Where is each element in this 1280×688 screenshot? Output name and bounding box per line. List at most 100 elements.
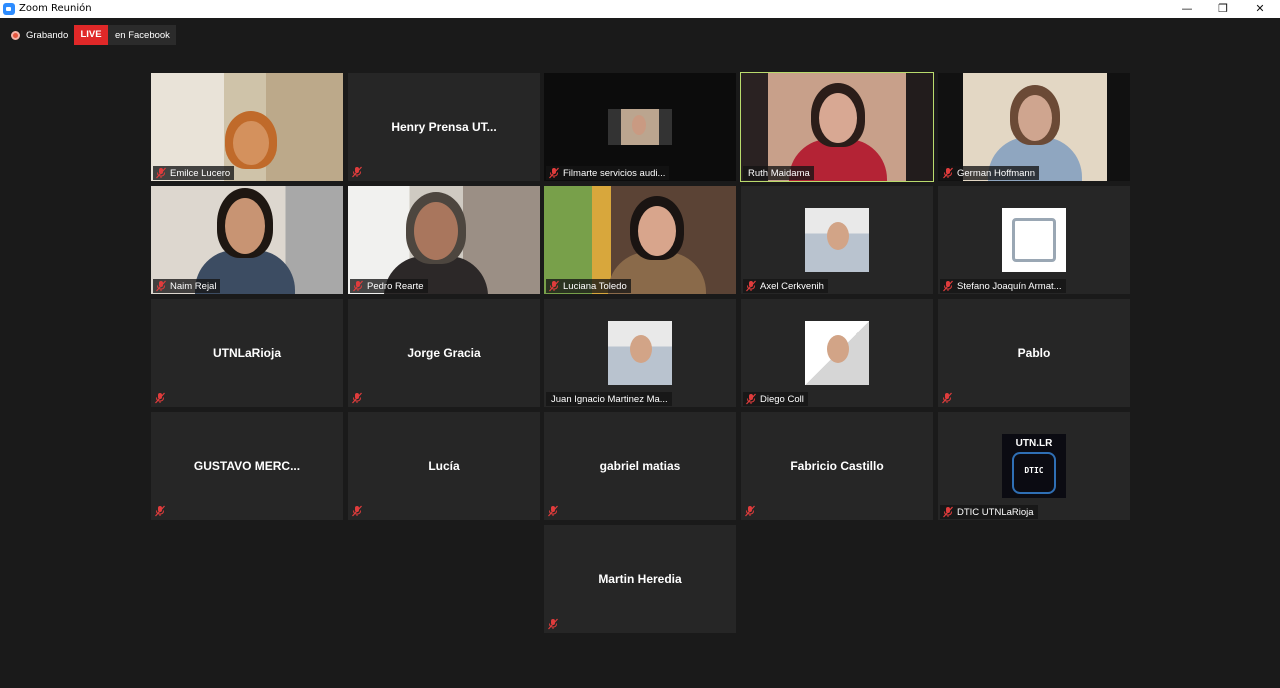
participant-display-name: Fabricio Castillo xyxy=(790,459,884,473)
video-feed xyxy=(348,186,540,294)
participant-display-name: gabriel matias xyxy=(599,459,681,473)
participant-avatar: UTN.LR DTIC xyxy=(1002,434,1066,498)
participant-avatar xyxy=(1002,208,1066,272)
participant-tile-axel-cerkvenih[interactable]: Axel Cerkvenih xyxy=(741,186,933,294)
participant-nameplate: Diego Coll xyxy=(743,392,808,406)
participant-name-label: Ruth Maidama xyxy=(748,167,810,179)
logo-text: UTN.LR xyxy=(1015,438,1053,449)
muted-mic-icon xyxy=(351,166,363,178)
participant-tile-filmarte-servicios-audi[interactable]: Filmarte servicios audi... xyxy=(544,73,736,181)
live-stream-indicator[interactable]: LIVE en Facebook xyxy=(74,25,176,45)
shared-video-thumbnail xyxy=(608,109,672,145)
muted-mic-icon xyxy=(942,506,954,518)
participant-tile-gustavo-merc[interactable]: GUSTAVO MERC... xyxy=(151,412,343,520)
participant-tile-jorge-gracia[interactable]: Jorge Gracia xyxy=(348,299,540,407)
participant-tile-emilce-lucero[interactable]: Emilce Lucero xyxy=(151,73,343,181)
video-feed xyxy=(151,186,343,294)
participant-nameplate: Axel Cerkvenih xyxy=(743,279,828,293)
participant-tile-german-hoffmann[interactable]: German Hoffmann xyxy=(938,73,1130,181)
participant-name-label: Juan Ignacio Martinez Ma... xyxy=(551,393,668,405)
muted-mic-icon xyxy=(351,392,363,404)
muted-mic-icon xyxy=(942,280,954,292)
participant-name-label: Emilce Lucero xyxy=(170,167,231,179)
muted-mic-icon xyxy=(744,505,756,517)
muted-mic-icon xyxy=(155,280,167,292)
avatar-face xyxy=(827,222,849,250)
video-feed xyxy=(544,186,736,294)
participant-name-label: Luciana Toledo xyxy=(563,280,627,292)
recording-icon xyxy=(11,31,20,40)
participant-tile-dtic-utnlarioja[interactable]: UTN.LR DTIC DTIC UTNLaRioja xyxy=(938,412,1130,520)
person-face xyxy=(233,121,269,165)
participant-name-label: Stefano Joaquín Armat... xyxy=(957,280,1062,292)
participant-tile-fabricio-castillo[interactable]: Fabricio Castillo xyxy=(741,412,933,520)
participant-name-label: Axel Cerkvenih xyxy=(760,280,824,292)
participant-nameplate: Stefano Joaquín Armat... xyxy=(940,279,1066,293)
participant-display-name: UTNLaRioja xyxy=(212,346,281,360)
participant-nameplate: Ruth Maidama xyxy=(743,166,814,180)
window-title: Zoom Reunión xyxy=(19,3,92,14)
participant-avatar xyxy=(608,321,672,385)
participant-tile-henry-prensa-ut[interactable]: Henry Prensa UT... xyxy=(348,73,540,181)
participant-display-name: Martin Heredia xyxy=(598,572,682,586)
muted-mic-icon xyxy=(547,505,559,517)
video-feed xyxy=(544,73,736,181)
video-feed xyxy=(938,73,1130,181)
avatar-face xyxy=(827,335,849,363)
participant-nameplate: German Hoffmann xyxy=(940,166,1039,180)
person-face xyxy=(638,206,676,256)
participant-tile-pedro-rearte[interactable]: Pedro Rearte xyxy=(348,186,540,294)
minimize-button[interactable]: — xyxy=(1170,0,1204,18)
participant-avatar xyxy=(805,321,869,385)
participant-nameplate: Naim Rejal xyxy=(153,279,221,293)
participant-nameplate: Emilce Lucero xyxy=(153,166,235,180)
close-button[interactable]: ✕ xyxy=(1243,0,1277,18)
participant-tile-luciana-toledo[interactable]: Luciana Toledo xyxy=(544,186,736,294)
participant-tile-naim-rejal[interactable]: Naim Rejal xyxy=(151,186,343,294)
participant-tile-pablo[interactable]: Pablo xyxy=(938,299,1130,407)
participant-display-name: Pablo xyxy=(1017,346,1051,360)
participant-tile-lucia[interactable]: Lucía xyxy=(348,412,540,520)
participant-name-label: DTIC UTNLaRioja xyxy=(957,506,1034,518)
participant-tile-utnlarioja[interactable]: UTNLaRioja xyxy=(151,299,343,407)
participant-name-label: Filmarte servicios audi... xyxy=(563,167,666,179)
muted-mic-icon xyxy=(941,392,953,404)
profile-logo-icon xyxy=(1012,218,1056,262)
participant-nameplate: Filmarte servicios audi... xyxy=(546,166,670,180)
muted-mic-icon xyxy=(351,505,363,517)
muted-mic-icon xyxy=(745,280,757,292)
participant-avatar xyxy=(805,208,869,272)
participant-name-label: German Hoffmann xyxy=(957,167,1035,179)
muted-mic-icon xyxy=(547,618,559,630)
participant-nameplate: Luciana Toledo xyxy=(546,279,631,293)
zoom-app-icon xyxy=(3,3,15,15)
title-bar: Zoom Reunión — ❐ ✕ xyxy=(0,0,1280,18)
muted-mic-icon xyxy=(352,280,364,292)
participant-nameplate: Pedro Rearte xyxy=(350,279,428,293)
muted-mic-icon xyxy=(155,167,167,179)
participant-tile-martin-heredia[interactable]: Martin Heredia xyxy=(544,525,736,633)
muted-mic-icon xyxy=(154,505,166,517)
participant-tile-gabriel-matias[interactable]: gabriel matias xyxy=(544,412,736,520)
person-face xyxy=(225,198,265,254)
avatar-face xyxy=(630,335,652,363)
participant-tile-ruth-maidama[interactable]: Ruth Maidama xyxy=(740,72,934,182)
participant-name-label: Diego Coll xyxy=(760,393,804,405)
live-badge: LIVE xyxy=(74,25,108,45)
participant-tile-juan-ignacio-martinez-ma[interactable]: Juan Ignacio Martinez Ma... xyxy=(544,299,736,407)
muted-mic-icon xyxy=(548,167,560,179)
person-face xyxy=(819,93,857,143)
muted-mic-icon xyxy=(154,392,166,404)
participant-name-label: Naim Rejal xyxy=(170,280,217,292)
participant-tile-stefano-joaquin-armat[interactable]: Stefano Joaquín Armat... xyxy=(938,186,1130,294)
participant-nameplate: DTIC UTNLaRioja xyxy=(940,505,1038,519)
participant-display-name: Henry Prensa UT... xyxy=(391,120,497,134)
participant-tile-diego-coll[interactable]: Diego Coll xyxy=(741,299,933,407)
person-face xyxy=(414,202,458,260)
participant-name-label: Pedro Rearte xyxy=(367,280,424,292)
recording-label: Grabando xyxy=(26,30,69,41)
maximize-button[interactable]: ❐ xyxy=(1206,0,1240,18)
participant-display-name: GUSTAVO MERC... xyxy=(193,459,301,473)
participant-display-name: Jorge Gracia xyxy=(407,346,481,360)
muted-mic-icon xyxy=(942,167,954,179)
